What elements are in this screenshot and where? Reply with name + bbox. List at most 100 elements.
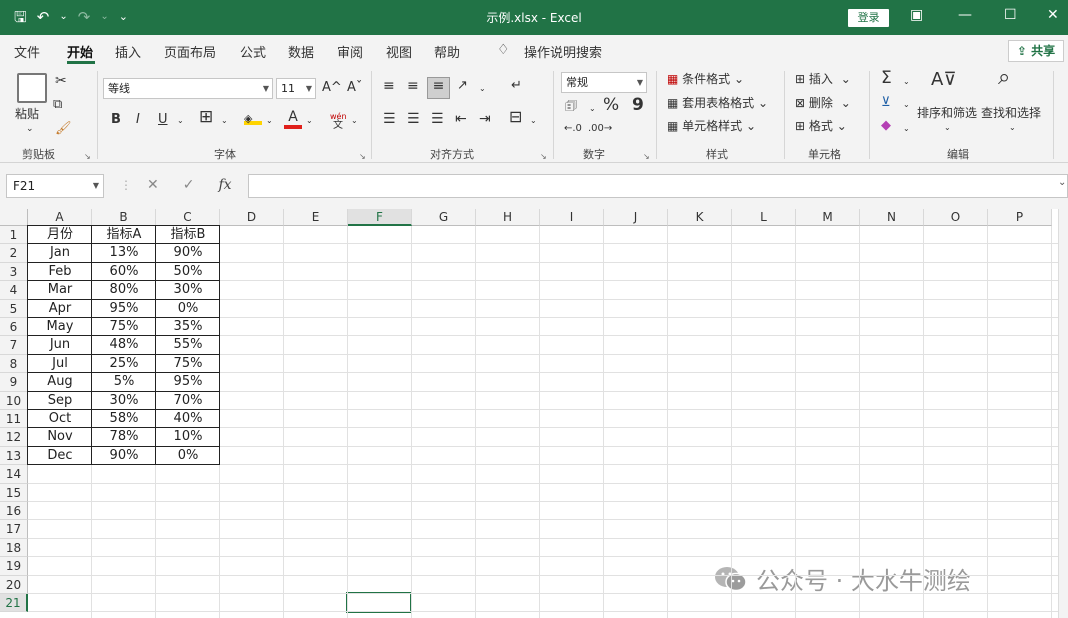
column-header-f[interactable]: F bbox=[348, 209, 412, 226]
row-header-13[interactable]: 13 bbox=[0, 446, 28, 466]
increase-decimal-icon[interactable]: ←.0 bbox=[564, 121, 582, 137]
format-cells-button[interactable]: ⊞ 格式 ⌄ bbox=[795, 118, 847, 134]
row-header-18[interactable]: 18 bbox=[0, 538, 28, 558]
row-header-10[interactable]: 10 bbox=[0, 391, 28, 410]
insert-function-icon[interactable]: fx bbox=[218, 177, 231, 193]
borders-icon[interactable]: ⊞ bbox=[199, 109, 213, 126]
phonetic-dropdown-icon[interactable]: ⌄ bbox=[351, 113, 358, 129]
row-header-6[interactable]: 6 bbox=[0, 318, 28, 337]
align-right-icon[interactable]: ☰ bbox=[431, 111, 444, 127]
bold-button[interactable]: B bbox=[111, 112, 121, 128]
row-header-14[interactable]: 14 bbox=[0, 465, 28, 484]
font-color-icon[interactable]: A bbox=[284, 109, 302, 129]
close-icon[interactable]: ✕ bbox=[1047, 7, 1059, 23]
tell-me-search[interactable]: 操作说明搜索 bbox=[524, 42, 602, 61]
fill-dropdown-icon[interactable]: ⌄ bbox=[903, 97, 910, 113]
row-header-9[interactable]: 9 bbox=[0, 373, 28, 392]
paste-icon[interactable] bbox=[17, 73, 47, 103]
shrink-font-icon[interactable]: Aˇ bbox=[347, 80, 362, 96]
paste-button[interactable]: 粘贴 bbox=[15, 106, 39, 122]
clear-icon[interactable]: ◆ bbox=[881, 118, 891, 134]
row-header-3[interactable]: 3 bbox=[0, 262, 28, 282]
ribbon-display-icon[interactable]: ▣ bbox=[910, 7, 923, 23]
underline-button[interactable]: U bbox=[158, 112, 168, 128]
tab-page-layout[interactable]: 页面布局 bbox=[164, 42, 216, 61]
active-cell[interactable] bbox=[346, 592, 412, 613]
wrap-text-icon[interactable]: ↵ bbox=[511, 78, 522, 94]
row-header-19[interactable]: 19 bbox=[0, 557, 28, 576]
clear-dropdown-icon[interactable]: ⌄ bbox=[903, 121, 910, 137]
column-header-i[interactable]: I bbox=[540, 209, 604, 226]
increase-indent-icon[interactable]: ⇥ bbox=[479, 111, 491, 127]
row-header-1[interactable]: 1 bbox=[0, 226, 28, 245]
cut-icon[interactable]: ✂ bbox=[55, 73, 67, 89]
formula-input[interactable] bbox=[248, 174, 1068, 198]
fill-icon[interactable]: ⊻ bbox=[881, 95, 891, 111]
fill-color-dropdown-icon[interactable]: ⌄ bbox=[266, 113, 273, 129]
percent-style-button[interactable]: % bbox=[603, 97, 619, 114]
accounting-format-icon[interactable]: 🗊 bbox=[565, 99, 577, 115]
orientation-icon[interactable]: ↗ bbox=[457, 78, 468, 94]
column-header-j[interactable]: J bbox=[604, 209, 668, 226]
column-header-k[interactable]: K bbox=[668, 209, 732, 226]
column-header-h[interactable]: H bbox=[476, 209, 540, 226]
copy-icon[interactable]: ⧉ bbox=[53, 97, 62, 113]
column-header-m[interactable]: M bbox=[796, 209, 860, 226]
delete-cells-button[interactable]: ⊠ 删除 ⌄ bbox=[795, 95, 851, 111]
enter-icon[interactable]: ✓ bbox=[183, 177, 195, 193]
row-header-7[interactable]: 7 bbox=[0, 336, 28, 355]
row-header-8[interactable]: 8 bbox=[0, 354, 28, 374]
font-color-dropdown-icon[interactable]: ⌄ bbox=[306, 113, 313, 129]
column-header-b[interactable]: B bbox=[92, 209, 156, 226]
orientation-dropdown-icon[interactable]: ⌄ bbox=[479, 81, 486, 97]
font-size-select[interactable]: 11 ▼ bbox=[276, 78, 316, 99]
tab-insert[interactable]: 插入 bbox=[115, 42, 141, 61]
number-format-select[interactable]: 常规 ▼ bbox=[561, 72, 647, 93]
decrease-indent-icon[interactable]: ⇤ bbox=[455, 111, 467, 127]
column-header-g[interactable]: G bbox=[412, 209, 476, 226]
align-left-icon[interactable]: ☰ bbox=[383, 111, 396, 127]
grow-font-icon[interactable]: A^ bbox=[322, 80, 342, 96]
row-header-4[interactable]: 4 bbox=[0, 281, 28, 300]
sort-filter-icon[interactable]: A⊽ bbox=[931, 71, 957, 89]
tab-review[interactable]: 审阅 bbox=[337, 42, 363, 61]
tab-data[interactable]: 数据 bbox=[288, 42, 314, 61]
comma-style-button[interactable]: 9 bbox=[632, 97, 644, 114]
tab-home[interactable]: 开始 bbox=[67, 42, 93, 61]
fill-color-icon[interactable]: ◈ bbox=[244, 111, 262, 125]
vertical-scrollbar[interactable] bbox=[1058, 209, 1068, 618]
row-header-16[interactable]: 16 bbox=[0, 502, 28, 521]
cell-styles-button[interactable]: ▦ 单元格样式 ⌄ bbox=[667, 118, 756, 134]
column-header-l[interactable]: L bbox=[732, 209, 796, 226]
align-bottom-icon[interactable]: ≡ bbox=[427, 77, 450, 99]
tab-view[interactable]: 视图 bbox=[386, 42, 412, 61]
merge-center-icon[interactable]: ⊟ bbox=[509, 109, 522, 125]
expand-formula-icon[interactable]: ⌄ bbox=[1058, 177, 1066, 188]
row-header-17[interactable]: 17 bbox=[0, 520, 28, 539]
column-header-n[interactable]: N bbox=[860, 209, 924, 226]
merge-dropdown-icon[interactable]: ⌄ bbox=[530, 113, 537, 129]
borders-dropdown-icon[interactable]: ⌄ bbox=[221, 113, 228, 129]
align-top-icon[interactable]: ≡ bbox=[383, 78, 395, 94]
row-header-20[interactable]: 20 bbox=[0, 575, 28, 594]
tab-help[interactable]: 帮助 bbox=[434, 42, 460, 61]
sort-filter-dropdown-icon[interactable]: ⌄ bbox=[944, 120, 951, 136]
format-as-table-button[interactable]: ▦ 套用表格格式 ⌄ bbox=[667, 95, 768, 111]
column-header-c[interactable]: C bbox=[156, 209, 220, 226]
tab-file[interactable]: 文件 bbox=[14, 42, 40, 61]
row-header-2[interactable]: 2 bbox=[0, 244, 28, 263]
restore-icon[interactable]: ☐ bbox=[1004, 7, 1017, 23]
accounting-dropdown-icon[interactable]: ⌄ bbox=[589, 101, 596, 117]
column-header-a[interactable]: A bbox=[28, 209, 92, 226]
find-select-dropdown-icon[interactable]: ⌄ bbox=[1009, 120, 1016, 136]
italic-button[interactable]: I bbox=[136, 112, 140, 128]
align-center-icon[interactable]: ☰ bbox=[407, 111, 420, 127]
column-header-d[interactable]: D bbox=[220, 209, 284, 226]
autosum-dropdown-icon[interactable]: ⌄ bbox=[903, 74, 910, 90]
column-header-o[interactable]: O bbox=[924, 209, 988, 226]
font-name-select[interactable]: 等线 ▼ bbox=[103, 78, 273, 99]
name-box[interactable]: F21 ▼ bbox=[6, 174, 104, 198]
column-header-e[interactable]: E bbox=[284, 209, 348, 226]
format-painter-icon[interactable]: 🖌 bbox=[55, 121, 72, 137]
sort-filter-button[interactable]: 排序和筛选 bbox=[917, 105, 977, 121]
